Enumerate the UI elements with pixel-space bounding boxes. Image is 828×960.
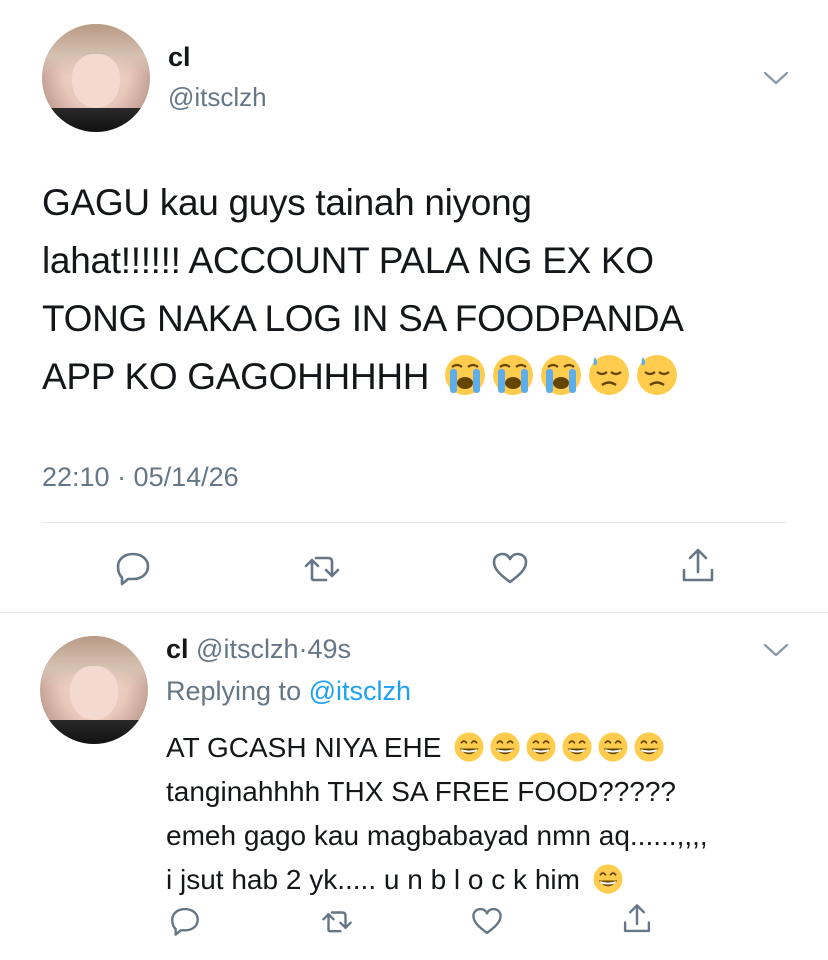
tweet-text-line: lahat!!!!!! ACCOUNT PALA NG EX KO [42, 240, 654, 281]
replying-to: Replying to @itsclzh [166, 676, 411, 707]
reply-text-line-3: emeh gago kau magbabayad nmn aq......,,,… [166, 820, 708, 851]
avatar[interactable] [42, 24, 150, 132]
reply-header: cl @itsclzh·49s [166, 634, 351, 665]
reply-icon[interactable] [113, 548, 153, 588]
reply-text-line-4: i jsut hab 2 yk..... u n b l o c k him [166, 858, 806, 902]
reply-text-line-1: AT GCASH NIYA EHE [166, 726, 806, 770]
reply-avatar[interactable] [40, 636, 148, 744]
reply-icon[interactable] [168, 904, 202, 938]
crying-face-icon [492, 353, 535, 397]
replying-to-link[interactable]: @itsclzh [309, 676, 411, 706]
reply-age[interactable]: 49s [307, 634, 351, 664]
chevron-down-icon[interactable] [763, 70, 789, 86]
downcast-sweat-face-icon [636, 353, 679, 397]
grinning-face-icon [597, 731, 629, 763]
grinning-face-icon [633, 731, 665, 763]
tweet-text: GAGU kau guys tainah niyong lahat!!!!!! … [42, 174, 802, 406]
reply-text-segment: AT GCASH NIYA EHE [166, 732, 442, 763]
chevron-down-icon[interactable] [763, 642, 789, 658]
like-icon[interactable] [470, 904, 504, 938]
grinning-face-icon [525, 731, 557, 763]
crying-face-icon [540, 353, 583, 397]
reply-text: AT GCASH NIYA EHE tanginahhhh THX SA FRE… [166, 726, 806, 902]
reply-text-line-2: tanginahhhh THX SA FREE FOOD????? [166, 776, 676, 807]
reply-user-handle[interactable]: @itsclzh [196, 634, 298, 664]
retweet-icon[interactable] [302, 548, 342, 588]
tweet-text-line-last: APP KO GAGOHHHHH [42, 348, 802, 406]
grinning-face-icon [489, 731, 521, 763]
timestamp[interactable]: 22:10 · 05/14/26 [42, 462, 239, 493]
grinning-face-icon [453, 731, 485, 763]
reply-text-segment: i jsut hab 2 yk..... u n b l o c k him [166, 864, 580, 895]
like-icon[interactable] [490, 548, 530, 588]
user-handle[interactable]: @itsclzh [168, 82, 267, 113]
crying-face-icon [444, 353, 487, 397]
tweet-text-line: TONG NAKA LOG IN SA FOODPANDA [42, 298, 684, 339]
retweet-icon[interactable] [320, 904, 354, 938]
share-icon[interactable] [620, 902, 654, 936]
tweet-separator [0, 612, 828, 613]
reply-display-name[interactable]: cl [166, 634, 189, 664]
grinning-face-icon [561, 731, 593, 763]
grinning-face-icon [592, 863, 624, 895]
tweet-text-segment: APP KO GAGOHHHHH [42, 356, 430, 397]
tweet-text-line: GAGU kau guys tainah niyong [42, 182, 532, 223]
divider [42, 522, 786, 523]
share-icon[interactable] [678, 546, 718, 586]
display-name[interactable]: cl [168, 42, 191, 73]
downcast-sweat-face-icon [588, 353, 631, 397]
replying-to-prefix: Replying to [166, 676, 302, 706]
main-tweet: cl @itsclzh GAGU kau guys tainah niyong … [0, 0, 828, 612]
